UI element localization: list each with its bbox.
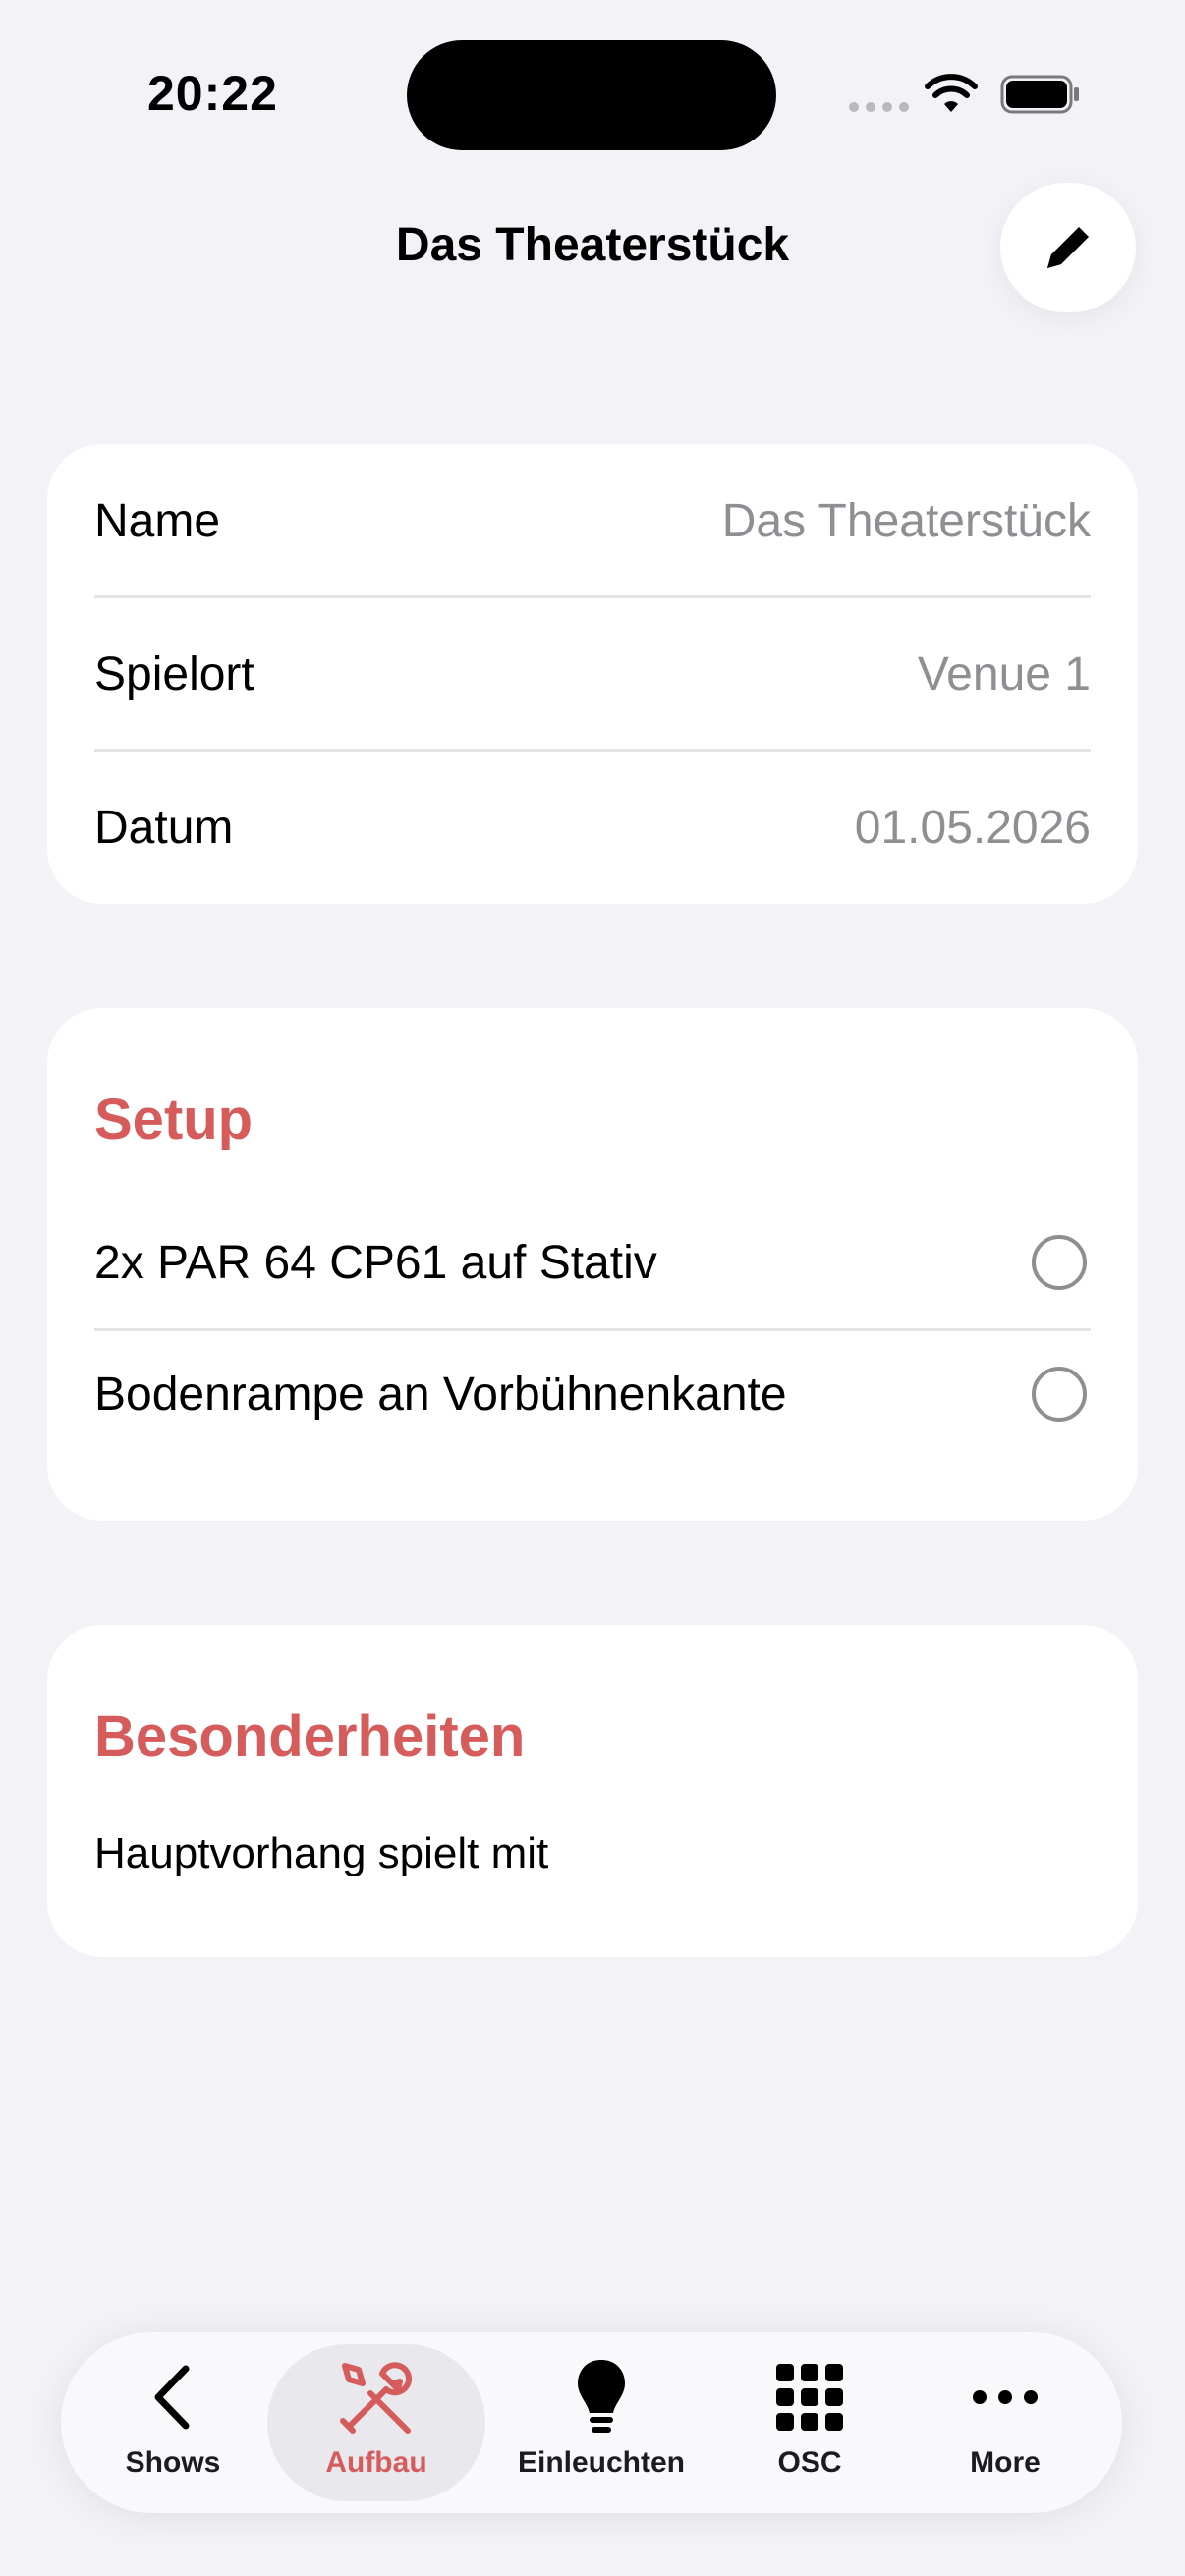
tools-icon [340,2362,412,2434]
tab-shows[interactable]: Shows [96,2344,250,2501]
tab-aufbau[interactable]: Aufbau [267,2344,485,2501]
tab-osc[interactable]: OSC [731,2344,888,2501]
detail-row-date[interactable]: Datum 01.05.2026 [94,751,1091,904]
notes-card: Besonderheiten Hauptvorhang spielt mit [47,1625,1138,1957]
checkbox-circle[interactable] [1032,1235,1087,1290]
battery-icon [1000,75,1079,114]
setup-card: Setup 2x PAR 64 CP61 auf Stativ Bodenram… [47,1008,1138,1521]
wifi-icon [925,74,978,112]
grid-icon [776,2364,843,2431]
ellipsis-icon [973,2390,1038,2404]
edit-button[interactable] [1000,183,1136,312]
notes-title: Besonderheiten [94,1705,526,1768]
tab-label: Einleuchten [517,2446,686,2479]
cellular-signal-icon [849,102,909,112]
dynamic-island [407,40,776,150]
detail-value: 01.05.2026 [854,801,1091,854]
detail-label: Spielort [94,647,254,700]
checkbox-circle[interactable] [1032,1367,1087,1422]
pencil-icon [1047,227,1089,268]
tab-bar: Shows Aufbau Einleuchten OSC More [61,2332,1122,2513]
notes-text: Hauptvorhang spielt mit [94,1829,549,1877]
detail-row-name[interactable]: Name Das Theaterstück [94,444,1091,597]
divider [94,1328,1091,1331]
tab-more[interactable]: More [922,2344,1089,2501]
detail-label: Name [94,494,221,547]
chevron-left-icon [154,2365,190,2430]
checklist-item[interactable]: Bodenrampe an Vorbühnenkante [94,1332,1091,1456]
tab-label: Aufbau [325,2446,427,2479]
tab-label: Shows [125,2446,221,2479]
detail-label: Datum [94,801,234,854]
detail-value: Venue 1 [917,647,1091,700]
tab-label: OSC [777,2446,842,2479]
tab-einleuchten[interactable]: Einleuchten [493,2344,709,2501]
lightbulb-icon [578,2360,625,2433]
checklist-item-label: Bodenrampe an Vorbühnenkante [94,1368,787,1421]
setup-title: Setup [94,1088,254,1151]
detail-row-venue[interactable]: Spielort Venue 1 [94,597,1091,751]
details-card: Name Das Theaterstück Spielort Venue 1 D… [47,444,1138,904]
detail-value: Das Theaterstück [721,494,1091,547]
checklist-item[interactable]: 2x PAR 64 CP61 auf Stativ [94,1201,1091,1324]
checklist-item-label: 2x PAR 64 CP61 auf Stativ [94,1236,657,1289]
tab-label: More [970,2446,1041,2479]
status-time: 20:22 [147,66,278,121]
